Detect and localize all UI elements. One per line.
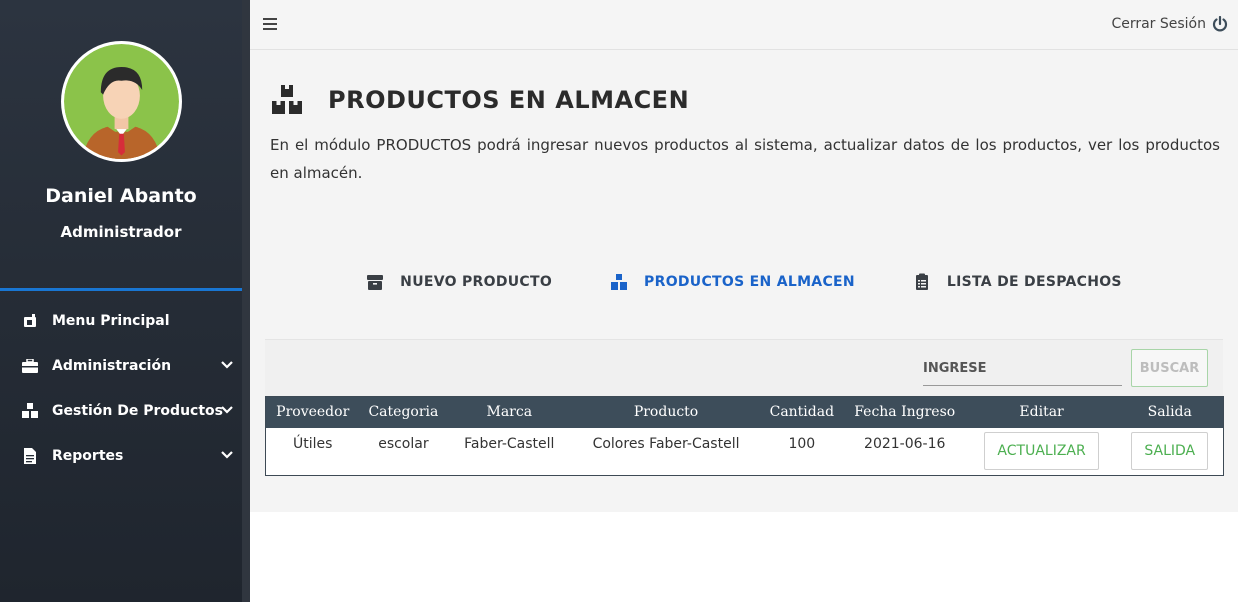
box-icon — [367, 275, 384, 290]
cell-fecha: 2021-06-16 — [864, 435, 946, 452]
exit-button[interactable]: SALIDA — [1131, 431, 1209, 470]
sidebar-item-label: Reportes — [52, 447, 124, 464]
clipboard-list-icon — [915, 273, 928, 290]
avatar — [61, 41, 182, 162]
update-button[interactable]: ACTUALIZAR — [984, 431, 1099, 470]
logout-button[interactable]: Cerrar Sesión — [1111, 16, 1228, 32]
col-proveedor: Proveedor — [276, 404, 350, 421]
power-icon — [1212, 16, 1228, 32]
table-header-row: Proveedor Categoria Marca Producto Canti… — [265, 396, 1224, 428]
user-name: Daniel Abanto — [45, 185, 197, 207]
chevron-down-icon — [221, 361, 233, 369]
cell-marca: Faber-Castell — [464, 435, 555, 452]
search-bar: BUSCAR — [265, 339, 1223, 396]
boxes-icon — [611, 274, 628, 290]
sidebar-item-administracion[interactable]: Administración — [0, 343, 242, 388]
table-row: Útiles escolar Faber-Castell Colores Fab… — [266, 428, 1224, 476]
col-producto: Producto — [633, 404, 699, 421]
col-fecha-ingreso: Fecha Ingreso — [854, 404, 956, 421]
tabs: NUEVO PRODUCTO PRODUCTOS EN ALMACEN LIST… — [250, 273, 1238, 291]
cell-salida: SALIDA — [1117, 428, 1224, 476]
tab-label: PRODUCTOS EN ALMACEN — [644, 274, 855, 290]
sidebar-item-label: Administración — [52, 357, 172, 374]
tab-productos-en-almacen[interactable]: PRODUCTOS EN ALMACEN — [610, 273, 855, 291]
sidebar: Daniel Abanto Administrador Menu Princip… — [0, 0, 250, 602]
page-title: PRODUCTOS EN ALMACEN — [270, 83, 689, 117]
page-footer-area — [250, 512, 1238, 602]
products-table: Proveedor Categoria Marca Producto Canti… — [265, 396, 1224, 476]
cell-categoria: escolar — [378, 435, 429, 452]
dashboard-icon — [22, 313, 38, 329]
sidebar-divider — [0, 288, 242, 291]
tab-label: NUEVO PRODUCTO — [400, 274, 553, 290]
page-title-text: PRODUCTOS EN ALMACEN — [328, 86, 690, 114]
search-button[interactable]: BUSCAR — [1131, 349, 1208, 387]
chevron-down-icon — [221, 406, 233, 414]
briefcase-icon — [22, 358, 38, 374]
boxes-icon — [22, 402, 38, 419]
chevron-down-icon — [221, 451, 233, 459]
cell-cantidad: 100 — [788, 435, 816, 452]
sidebar-item-label: Menu Principal — [52, 312, 170, 329]
user-avatar-icon — [64, 44, 179, 159]
sidebar-item-menu-principal[interactable]: Menu Principal — [0, 298, 242, 343]
sidebar-item-gestion-productos[interactable]: Gestión De Productos — [0, 388, 242, 433]
tab-label: LISTA DE DESPACHOS — [946, 274, 1122, 290]
col-marca: Marca — [486, 404, 533, 421]
user-role: Administrador — [60, 223, 182, 241]
cell-producto: Colores Faber-Castell — [592, 435, 740, 452]
hamburger-menu-icon[interactable] — [263, 17, 277, 31]
col-categoria: Categoria — [368, 404, 439, 421]
cell-proveedor: Útiles — [293, 435, 333, 452]
cell-editar: ACTUALIZAR — [967, 428, 1117, 476]
col-cantidad: Cantidad — [769, 404, 835, 421]
top-bar: Cerrar Sesión — [250, 0, 1238, 50]
col-salida: Salida — [1147, 404, 1192, 421]
boxes-icon — [272, 85, 302, 114]
tab-lista-de-despachos[interactable]: LISTA DE DESPACHOS — [913, 273, 1122, 291]
tab-nuevo-producto[interactable]: NUEVO PRODUCTO — [366, 273, 552, 291]
col-editar: Editar — [1019, 404, 1064, 421]
main-content: PRODUCTOS EN ALMACEN En el módulo PRODUC… — [250, 51, 1238, 512]
sidebar-menu: Menu Principal Administración Gestión De… — [0, 298, 242, 478]
logout-label: Cerrar Sesión — [1111, 16, 1206, 32]
sidebar-item-label: Gestión De Productos — [52, 402, 223, 419]
page-description: En el módulo PRODUCTOS podrá ingresar nu… — [270, 136, 1220, 182]
sidebar-item-reportes[interactable]: Reportes — [0, 433, 242, 478]
search-input[interactable] — [923, 352, 1122, 386]
file-icon — [22, 447, 38, 464]
